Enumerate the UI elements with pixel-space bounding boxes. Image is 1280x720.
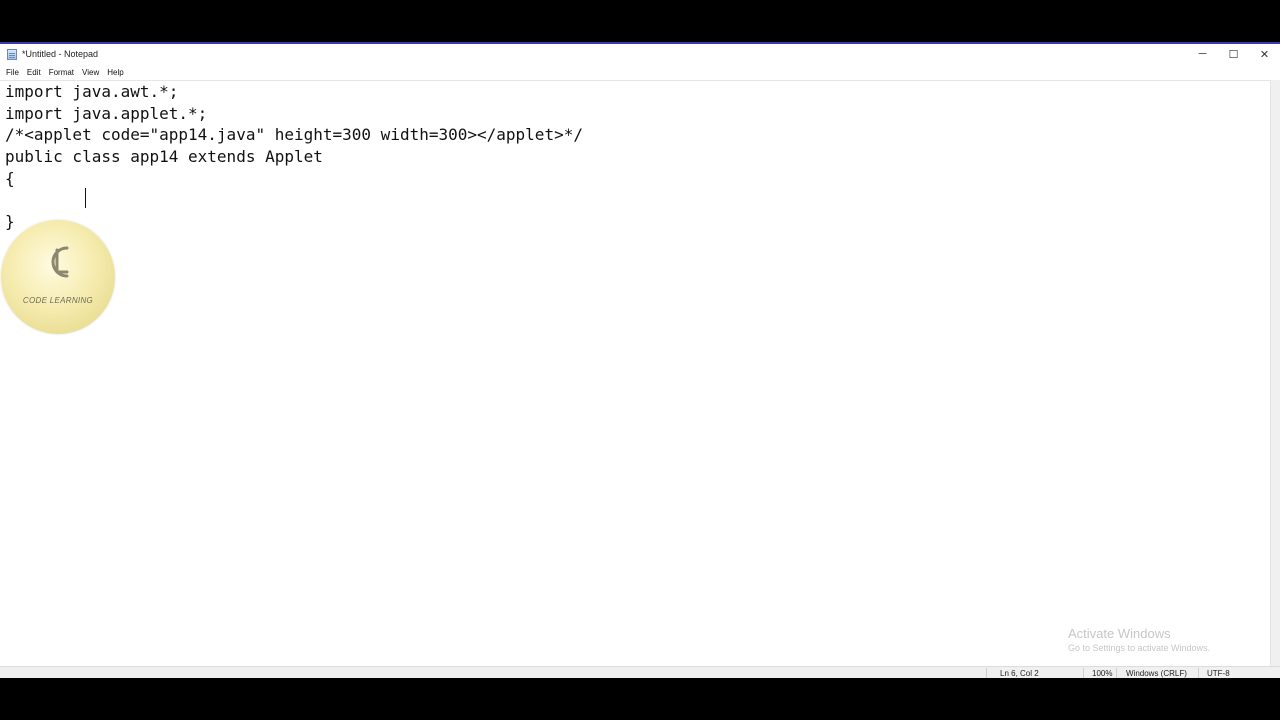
menu-edit[interactable]: Edit [23,68,45,77]
text-caret [85,188,86,208]
text-editor-area[interactable]: import java.awt.*; import java.applet.*;… [0,80,1270,667]
code-line-2: import java.applet.*; [5,104,208,123]
logo-text: CODE LEARNING [22,296,94,305]
menu-bar: File Edit Format View Help [0,65,1280,79]
code-line-3: /*<applet code="app14.java" height=300 w… [5,125,583,144]
minimize-icon: ─ [1198,48,1207,60]
close-button[interactable]: ✕ [1249,44,1280,64]
menu-file[interactable]: File [2,68,23,77]
close-icon: ✕ [1259,48,1270,61]
menu-format[interactable]: Format [45,68,78,77]
window-controls: ─ ☐ ✕ [1187,44,1280,64]
menu-view[interactable]: View [78,68,103,77]
notepad-window: *Untitled - Notepad ─ ☐ ✕ File Edit Form… [0,42,1280,680]
code-learning-logo: CODE LEARNING [1,220,115,334]
watermark-subtitle: Go to Settings to activate Windows. [1068,643,1211,653]
code-learning-logo-mark [51,246,69,278]
menu-help[interactable]: Help [103,68,127,77]
maximize-icon: ☐ [1228,48,1239,61]
code-line-5: { [5,169,15,188]
title-bar[interactable]: *Untitled - Notepad ─ ☐ ✕ [0,44,1280,64]
minimize-button[interactable]: ─ [1187,44,1218,64]
letterbox-bottom [0,678,1280,720]
code-line-7: } [5,212,15,231]
window-title: *Untitled - Notepad [22,49,99,59]
code-line-4: public class app14 extends Applet [5,147,323,166]
notepad-app-icon[interactable] [7,48,17,60]
letterbox-top [0,0,1280,42]
code-line-1: import java.awt.*; [5,82,179,101]
vertical-scrollbar[interactable] [1270,80,1280,666]
maximize-button[interactable]: ☐ [1218,44,1249,64]
activate-windows-watermark: Activate Windows Go to Settings to activ… [1068,626,1210,653]
watermark-title: Activate Windows [1068,626,1171,641]
